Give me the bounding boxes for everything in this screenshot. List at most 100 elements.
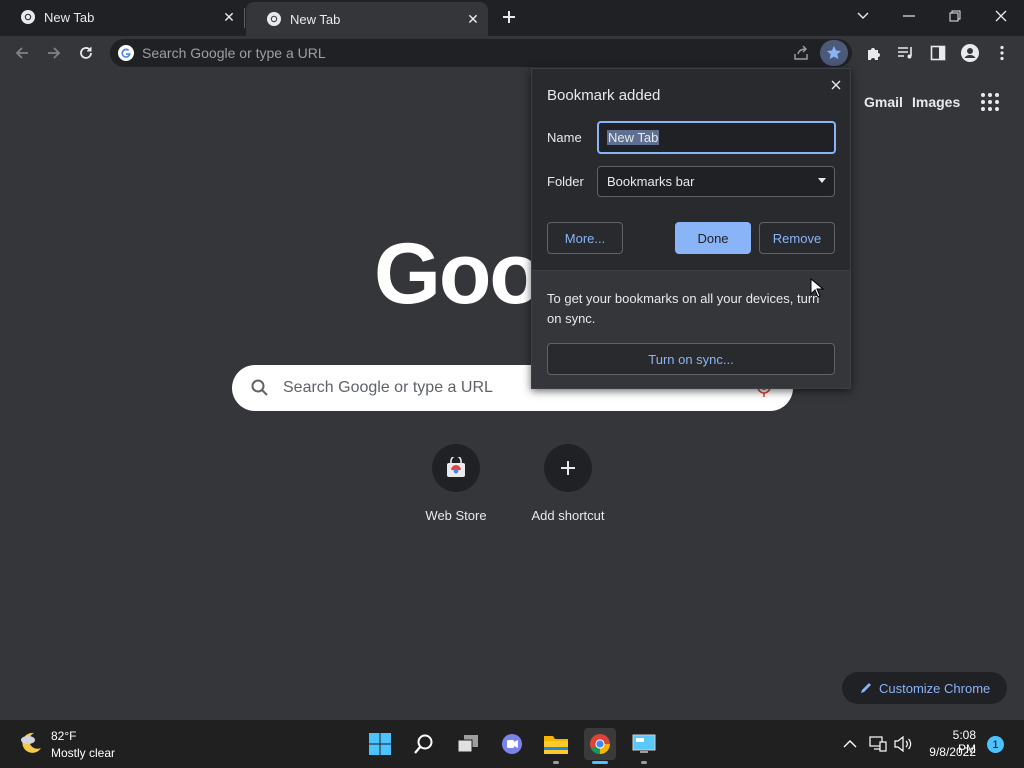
close-tab-icon[interactable]: ✕ <box>464 10 482 28</box>
tab-separator <box>244 8 245 28</box>
forward-button[interactable] <box>41 40 67 66</box>
weather-temperature[interactable]: 82°F <box>51 729 76 743</box>
omnibox[interactable]: Search Google or type a URL <box>110 39 852 67</box>
start-button[interactable] <box>364 728 396 760</box>
running-indicator <box>553 761 559 764</box>
control-panel-button[interactable] <box>628 728 660 764</box>
restore-button[interactable] <box>932 0 978 32</box>
dialog-title: Bookmark added <box>547 87 661 104</box>
media-queue-icon <box>898 47 912 59</box>
folder-icon <box>544 736 568 754</box>
tab-new-tab-2[interactable]: New Tab ✕ <box>246 2 488 36</box>
task-view-icon <box>457 735 478 753</box>
toolbar: Search Google or type a URL <box>0 36 1024 70</box>
bookmark-star-button[interactable] <box>820 40 848 66</box>
profile-button[interactable] <box>959 42 981 64</box>
google-apps-icon[interactable] <box>980 92 1000 112</box>
shortcut-label: Add shortcut <box>531 508 605 523</box>
share-icon[interactable] <box>792 44 810 62</box>
side-panel-button[interactable] <box>927 42 949 64</box>
gmail-link[interactable]: Gmail <box>864 94 903 110</box>
tab-new-tab-1[interactable]: New Tab ✕ <box>0 0 244 34</box>
google-g-icon <box>118 45 134 61</box>
shortcut-tile <box>432 444 480 492</box>
sync-promo-text: To get your bookmarks on all your device… <box>547 291 820 326</box>
sync-promo: To get your bookmarks on all your device… <box>532 270 850 388</box>
shortcut-label: Web Store <box>425 508 487 523</box>
file-explorer-button[interactable] <box>540 728 572 764</box>
name-label: Name <box>547 130 582 145</box>
task-view-button[interactable] <box>452 728 484 760</box>
close-window-button[interactable] <box>978 0 1024 32</box>
extensions-button[interactable] <box>863 42 885 64</box>
teams-chat-button[interactable] <box>496 728 528 760</box>
search-taskbar-button[interactable] <box>408 728 440 760</box>
clock-date[interactable]: 9/8/2022 <box>926 745 976 759</box>
done-button[interactable]: Done <box>675 222 751 254</box>
chrome-taskbar-button[interactable] <box>584 728 616 764</box>
menu-button[interactable] <box>991 42 1013 64</box>
media-controls-button[interactable] <box>895 42 917 64</box>
tab-search-button[interactable] <box>840 0 886 32</box>
bookmark-added-dialog: Bookmark added Name New Tab Folder Bookm… <box>531 68 851 389</box>
side-panel-icon <box>930 45 946 61</box>
customize-chrome-label: Customize Chrome <box>879 680 991 696</box>
notification-badge[interactable]: 1 <box>987 736 1004 753</box>
folder-value: Bookmarks bar <box>607 174 695 189</box>
minimize-icon <box>903 15 915 17</box>
web-store-icon <box>447 457 465 477</box>
arrow-right-icon <box>48 47 61 59</box>
back-button[interactable] <box>9 40 35 66</box>
close-icon <box>831 80 841 90</box>
bookmark-name-input[interactable]: New Tab <box>597 121 836 154</box>
images-link[interactable]: Images <box>912 94 960 110</box>
turn-on-sync-button[interactable]: Turn on sync... <box>547 343 835 375</box>
star-icon <box>827 46 841 60</box>
search-icon <box>414 734 433 754</box>
active-indicator <box>592 761 608 764</box>
reload-icon <box>80 47 92 59</box>
close-icon <box>995 10 1007 22</box>
avatar-icon <box>961 44 979 62</box>
chrome-icon <box>590 734 611 755</box>
pencil-icon <box>861 683 871 693</box>
restore-icon <box>949 10 961 22</box>
running-indicator <box>641 761 647 764</box>
close-tab-icon[interactable]: ✕ <box>220 8 238 26</box>
new-tab-button[interactable] <box>498 6 520 28</box>
reload-button[interactable] <box>73 40 99 66</box>
plus-icon <box>561 461 575 475</box>
shortcut-tile <box>544 444 592 492</box>
mouse-cursor-icon <box>810 278 824 298</box>
search-placeholder: Search Google or type a URL <box>283 379 493 396</box>
taskbar: 82°F Mostly clear 5:08 PM 9/8/2022 1 <box>0 720 1024 768</box>
google-logo: Goo <box>374 226 542 322</box>
remove-button[interactable]: Remove <box>759 222 835 254</box>
tab-title: New Tab <box>44 9 95 25</box>
windows-start-icon <box>369 733 391 755</box>
dropdown-arrow-icon <box>818 178 826 183</box>
weather-description[interactable]: Mostly clear <box>51 746 115 760</box>
chrome-icon <box>267 12 281 26</box>
network-icon[interactable] <box>869 735 887 753</box>
moon-cloud-icon[interactable] <box>18 730 44 756</box>
shortcut-web-store[interactable]: Web Store <box>400 444 512 523</box>
folder-select[interactable]: Bookmarks bar <box>597 166 835 197</box>
minimize-button[interactable] <box>886 0 932 32</box>
volume-icon[interactable] <box>893 735 913 753</box>
chevron-up-icon[interactable] <box>842 736 858 752</box>
tab-strip: New Tab ✕ New Tab ✕ <box>0 0 1024 36</box>
chat-icon <box>502 734 522 754</box>
chrome-icon <box>21 10 35 24</box>
shortcut-add[interactable]: Add shortcut <box>512 444 624 523</box>
new-tab-page: Gmail Images Goo Search Google or type a… <box>0 70 1024 720</box>
folder-label: Folder <box>547 174 584 189</box>
chevron-down-icon <box>857 12 869 19</box>
more-button[interactable]: More... <box>547 222 623 254</box>
plus-icon <box>503 11 515 23</box>
customize-chrome-button[interactable]: Customize Chrome <box>842 672 1007 704</box>
control-panel-icon <box>632 734 656 753</box>
omnibox-placeholder: Search Google or type a URL <box>142 45 326 61</box>
kebab-menu-icon <box>1000 45 1004 61</box>
close-dialog-icon[interactable] <box>826 75 846 95</box>
